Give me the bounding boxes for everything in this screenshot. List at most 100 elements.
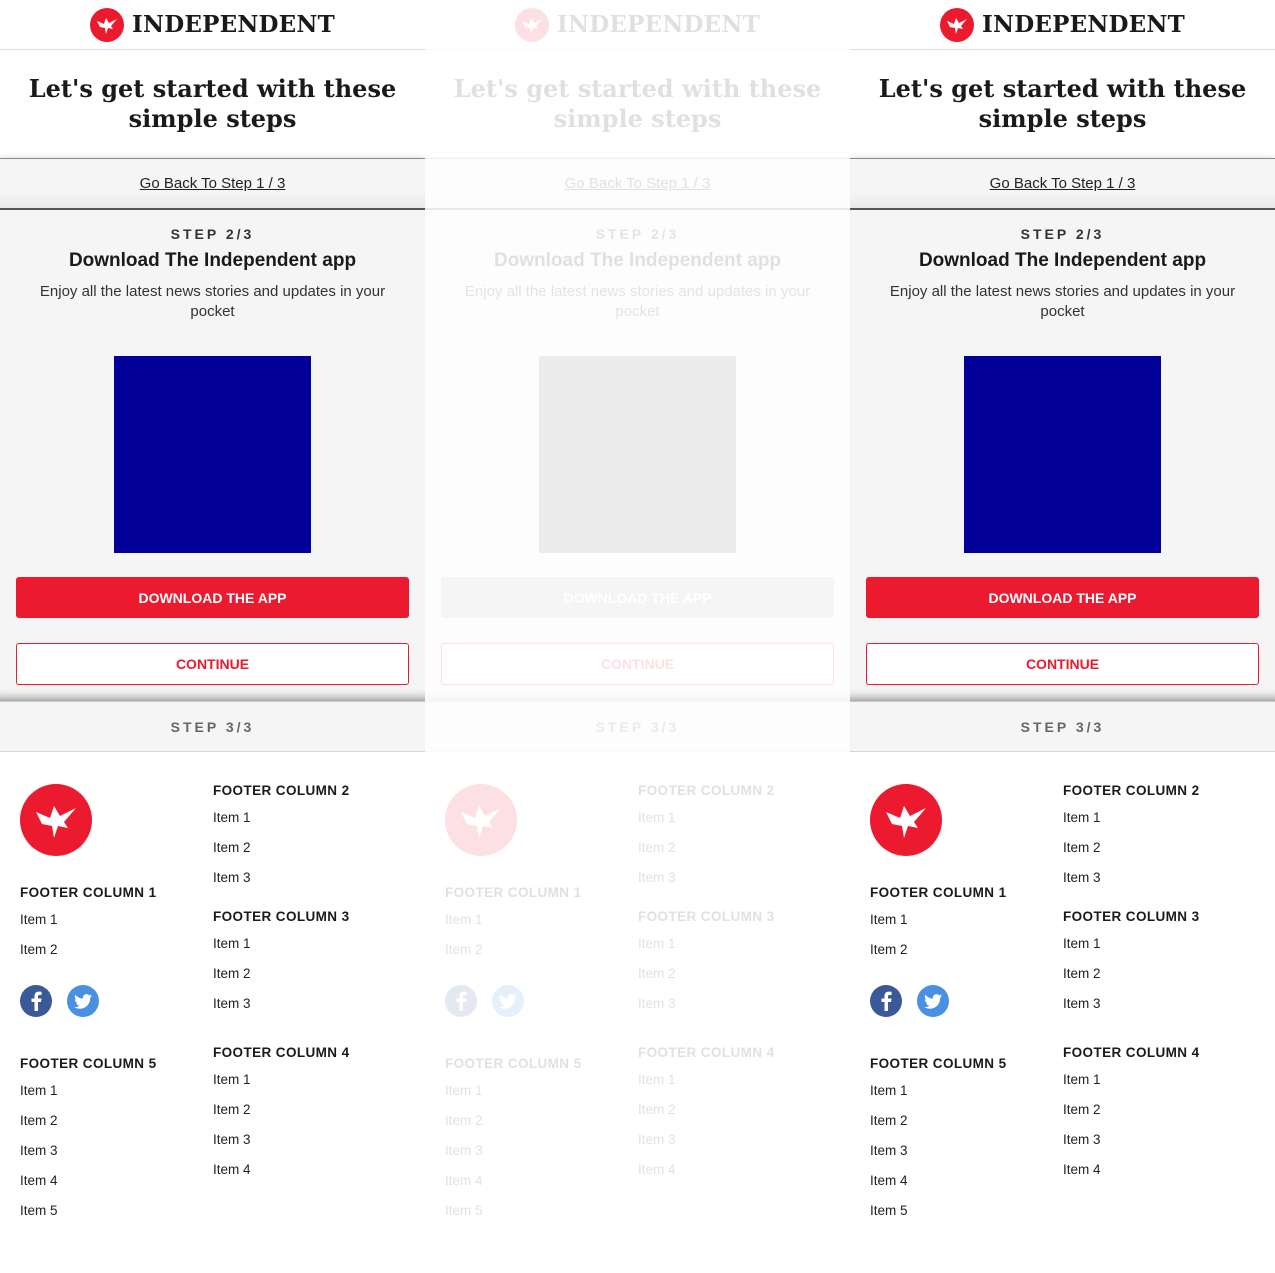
footer-col2-item[interactable]: Item 2 (1063, 833, 1263, 863)
footer-col5-item[interactable]: Item 4 (20, 1166, 200, 1196)
footer-col4-item[interactable]: Item 2 (1063, 1095, 1263, 1125)
continue-button[interactable]: CONTINUE (16, 643, 409, 685)
footer-col4-heading: FOOTER COLUMN 4 (213, 1045, 350, 1060)
footer-col2-item[interactable]: Item 2 (638, 833, 838, 863)
social-links (20, 985, 200, 1017)
title-section: Let's get started with these simple step… (0, 50, 425, 158)
footer-col5-item[interactable]: Item 5 (445, 1196, 625, 1226)
continue-button[interactable]: CONTINUE (866, 643, 1259, 685)
footer-col3-item[interactable]: Item 1 (638, 929, 838, 959)
footer-eagle-logo-icon[interactable] (870, 784, 942, 856)
page-title: Let's get started with these simple step… (453, 74, 822, 133)
footer-col2-item[interactable]: Item 3 (1063, 863, 1263, 893)
footer-col4-item[interactable]: Item 4 (1063, 1155, 1263, 1185)
footer-col4-item[interactable]: Item 1 (638, 1065, 838, 1095)
footer-col2-item[interactable]: Item 2 (213, 833, 413, 863)
footer-col3-item[interactable]: Item 2 (213, 959, 413, 989)
footer-col2-item[interactable]: Item 1 (213, 803, 413, 833)
download-app-button[interactable]: DOWNLOAD THE APP (441, 577, 834, 618)
footer-col3-item[interactable]: Item 1 (1063, 929, 1263, 959)
eagle-logo-icon[interactable] (515, 7, 550, 42)
go-back-link[interactable]: Go Back To Step 1 / 3 (140, 175, 286, 192)
footer-col4-heading: FOOTER COLUMN 4 (1063, 1045, 1200, 1060)
facebook-icon[interactable] (870, 985, 902, 1017)
footer-col1-item[interactable]: Item 1 (870, 905, 1050, 935)
brand-wordmark[interactable]: INDEPENDENT (982, 11, 1185, 38)
footer-left-column: FOOTER COLUMN 1 Item 1 Item 2 FOOTER COL… (20, 784, 200, 1226)
footer-col5-item[interactable]: Item 3 (445, 1136, 625, 1166)
step-2-description: Enjoy all the latest news stories and up… (464, 283, 811, 320)
download-app-button[interactable]: DOWNLOAD THE APP (16, 577, 409, 618)
site-header: INDEPENDENT (425, 0, 850, 50)
twitter-icon[interactable] (67, 985, 99, 1017)
footer-col2-item[interactable]: Item 1 (1063, 803, 1263, 833)
footer-col1-heading: FOOTER COLUMN 1 (870, 885, 1007, 900)
footer-col5-item[interactable]: Item 2 (20, 1106, 200, 1136)
footer-col3-item[interactable]: Item 3 (213, 989, 413, 1019)
footer-col5-item[interactable]: Item 5 (870, 1196, 1050, 1226)
eagle-logo-icon[interactable] (90, 7, 125, 42)
footer-col3-item[interactable]: Item 2 (638, 959, 838, 989)
footer-col5-item[interactable]: Item 4 (445, 1166, 625, 1196)
footer-col5-item[interactable]: Item 2 (445, 1106, 625, 1136)
download-app-button[interactable]: DOWNLOAD THE APP (866, 577, 1259, 618)
footer-col4-item[interactable]: Item 4 (638, 1155, 838, 1185)
twitter-icon[interactable] (917, 985, 949, 1017)
twitter-icon[interactable] (492, 985, 524, 1017)
footer-col2-item[interactable]: Item 3 (638, 863, 838, 893)
footer-col4-heading: FOOTER COLUMN 4 (638, 1045, 775, 1060)
footer-col4-item[interactable]: Item 4 (213, 1155, 413, 1185)
footer-col1-item[interactable]: Item 2 (445, 935, 625, 965)
footer-col5-item[interactable]: Item 2 (870, 1106, 1050, 1136)
footer-col5-item[interactable]: Item 1 (445, 1076, 625, 1106)
step-3-bar[interactable]: STEP 3/3 (850, 702, 1275, 752)
back-bar: Go Back To Step 1 / 3 (425, 158, 850, 210)
continue-button[interactable]: CONTINUE (441, 643, 834, 685)
footer-col5-item[interactable]: Item 5 (20, 1196, 200, 1226)
footer-col3-item[interactable]: Item 1 (213, 929, 413, 959)
go-back-link[interactable]: Go Back To Step 1 / 3 (990, 175, 1136, 192)
footer-col4-item[interactable]: Item 3 (638, 1125, 838, 1155)
footer-col1-item[interactable]: Item 2 (20, 935, 200, 965)
footer-col4-item[interactable]: Item 2 (213, 1095, 413, 1125)
app-image (964, 356, 1161, 553)
footer-col4-item[interactable]: Item 1 (213, 1065, 413, 1095)
footer-col2-item[interactable]: Item 1 (638, 803, 838, 833)
step-2-description: Enjoy all the latest news stories and up… (39, 283, 386, 320)
brand-wordmark[interactable]: INDEPENDENT (557, 11, 760, 38)
page-panel: INDEPENDENT Let's get started with these… (850, 0, 1275, 1273)
footer-col5-item[interactable]: Item 1 (20, 1076, 200, 1106)
footer-eagle-logo-icon[interactable] (445, 784, 517, 856)
page-title: Let's get started with these simple step… (28, 74, 397, 133)
footer-col4-item[interactable]: Item 3 (1063, 1125, 1263, 1155)
footer-col3-item[interactable]: Item 3 (1063, 989, 1263, 1019)
footer-col5-item[interactable]: Item 3 (20, 1136, 200, 1166)
footer-col5-item[interactable]: Item 1 (870, 1076, 1050, 1106)
go-back-link[interactable]: Go Back To Step 1 / 3 (565, 175, 711, 192)
app-image (539, 356, 736, 553)
step-3-bar[interactable]: STEP 3/3 (0, 702, 425, 752)
footer-col5-item[interactable]: Item 4 (870, 1166, 1050, 1196)
footer-col1-item[interactable]: Item 1 (20, 905, 200, 935)
step-3-bar[interactable]: STEP 3/3 (425, 702, 850, 752)
brand-wordmark[interactable]: INDEPENDENT (132, 11, 335, 38)
footer-col5-item[interactable]: Item 3 (870, 1136, 1050, 1166)
footer-col4-item[interactable]: Item 1 (1063, 1065, 1263, 1095)
footer-col2-item[interactable]: Item 3 (213, 863, 413, 893)
step-2-card: STEP 2/3 Download The Independent app En… (850, 210, 1275, 702)
eagle-logo-icon[interactable] (940, 7, 975, 42)
facebook-icon[interactable] (20, 985, 52, 1017)
footer-col2-heading: FOOTER COLUMN 2 (1063, 783, 1200, 798)
footer-col1-item[interactable]: Item 1 (445, 905, 625, 935)
footer-col4-item[interactable]: Item 3 (213, 1125, 413, 1155)
footer-col3-item[interactable]: Item 3 (638, 989, 838, 1019)
step-2-title: Download The Independent app (493, 250, 782, 271)
page-panel: INDEPENDENT Let's get started with these… (425, 0, 850, 1273)
footer-col1-item[interactable]: Item 2 (870, 935, 1050, 965)
footer-col4-item[interactable]: Item 2 (638, 1095, 838, 1125)
footer-col5-heading: FOOTER COLUMN 5 (445, 1056, 582, 1071)
footer-eagle-logo-icon[interactable] (20, 784, 92, 856)
footer-col3-item[interactable]: Item 2 (1063, 959, 1263, 989)
footer-left-column: FOOTER COLUMN 1 Item 1 Item 2 FOOTER COL… (870, 784, 1050, 1226)
facebook-icon[interactable] (445, 985, 477, 1017)
